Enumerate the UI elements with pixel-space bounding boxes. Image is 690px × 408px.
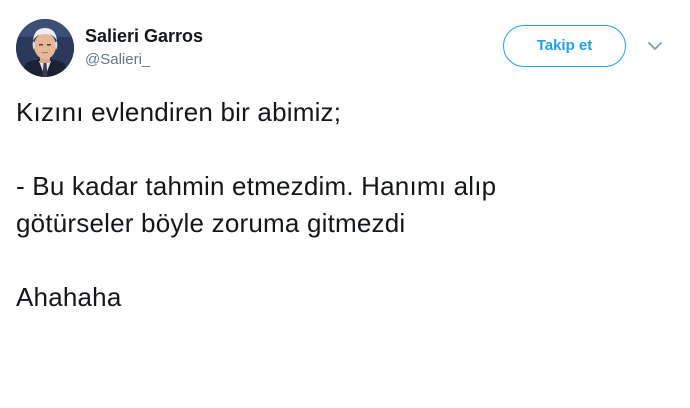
avatar[interactable] — [16, 19, 74, 77]
more-options-button[interactable] — [647, 40, 663, 52]
chevron-down-icon — [648, 42, 662, 50]
tweet-line: Ahahaha — [16, 282, 122, 312]
tweet-line: - Bu kadar tahmin etmezdim. Hanımı alıp — [16, 171, 497, 201]
tweet-card: Salieri Garros @Salieri_ Takip et Kızını… — [0, 0, 690, 408]
user-handle[interactable]: @Salieri_ — [85, 51, 150, 68]
tweet-line: Kızını evlendiren bir abimiz; — [16, 97, 342, 127]
follow-button[interactable]: Takip et — [503, 25, 626, 67]
profile-photo-icon — [16, 19, 74, 77]
tweet-line: götürseler böyle zoruma gitmezdi — [16, 208, 406, 238]
tweet-text: Kızını evlendiren bir abimiz; - Bu kadar… — [16, 94, 666, 316]
display-name[interactable]: Salieri Garros — [85, 26, 203, 47]
